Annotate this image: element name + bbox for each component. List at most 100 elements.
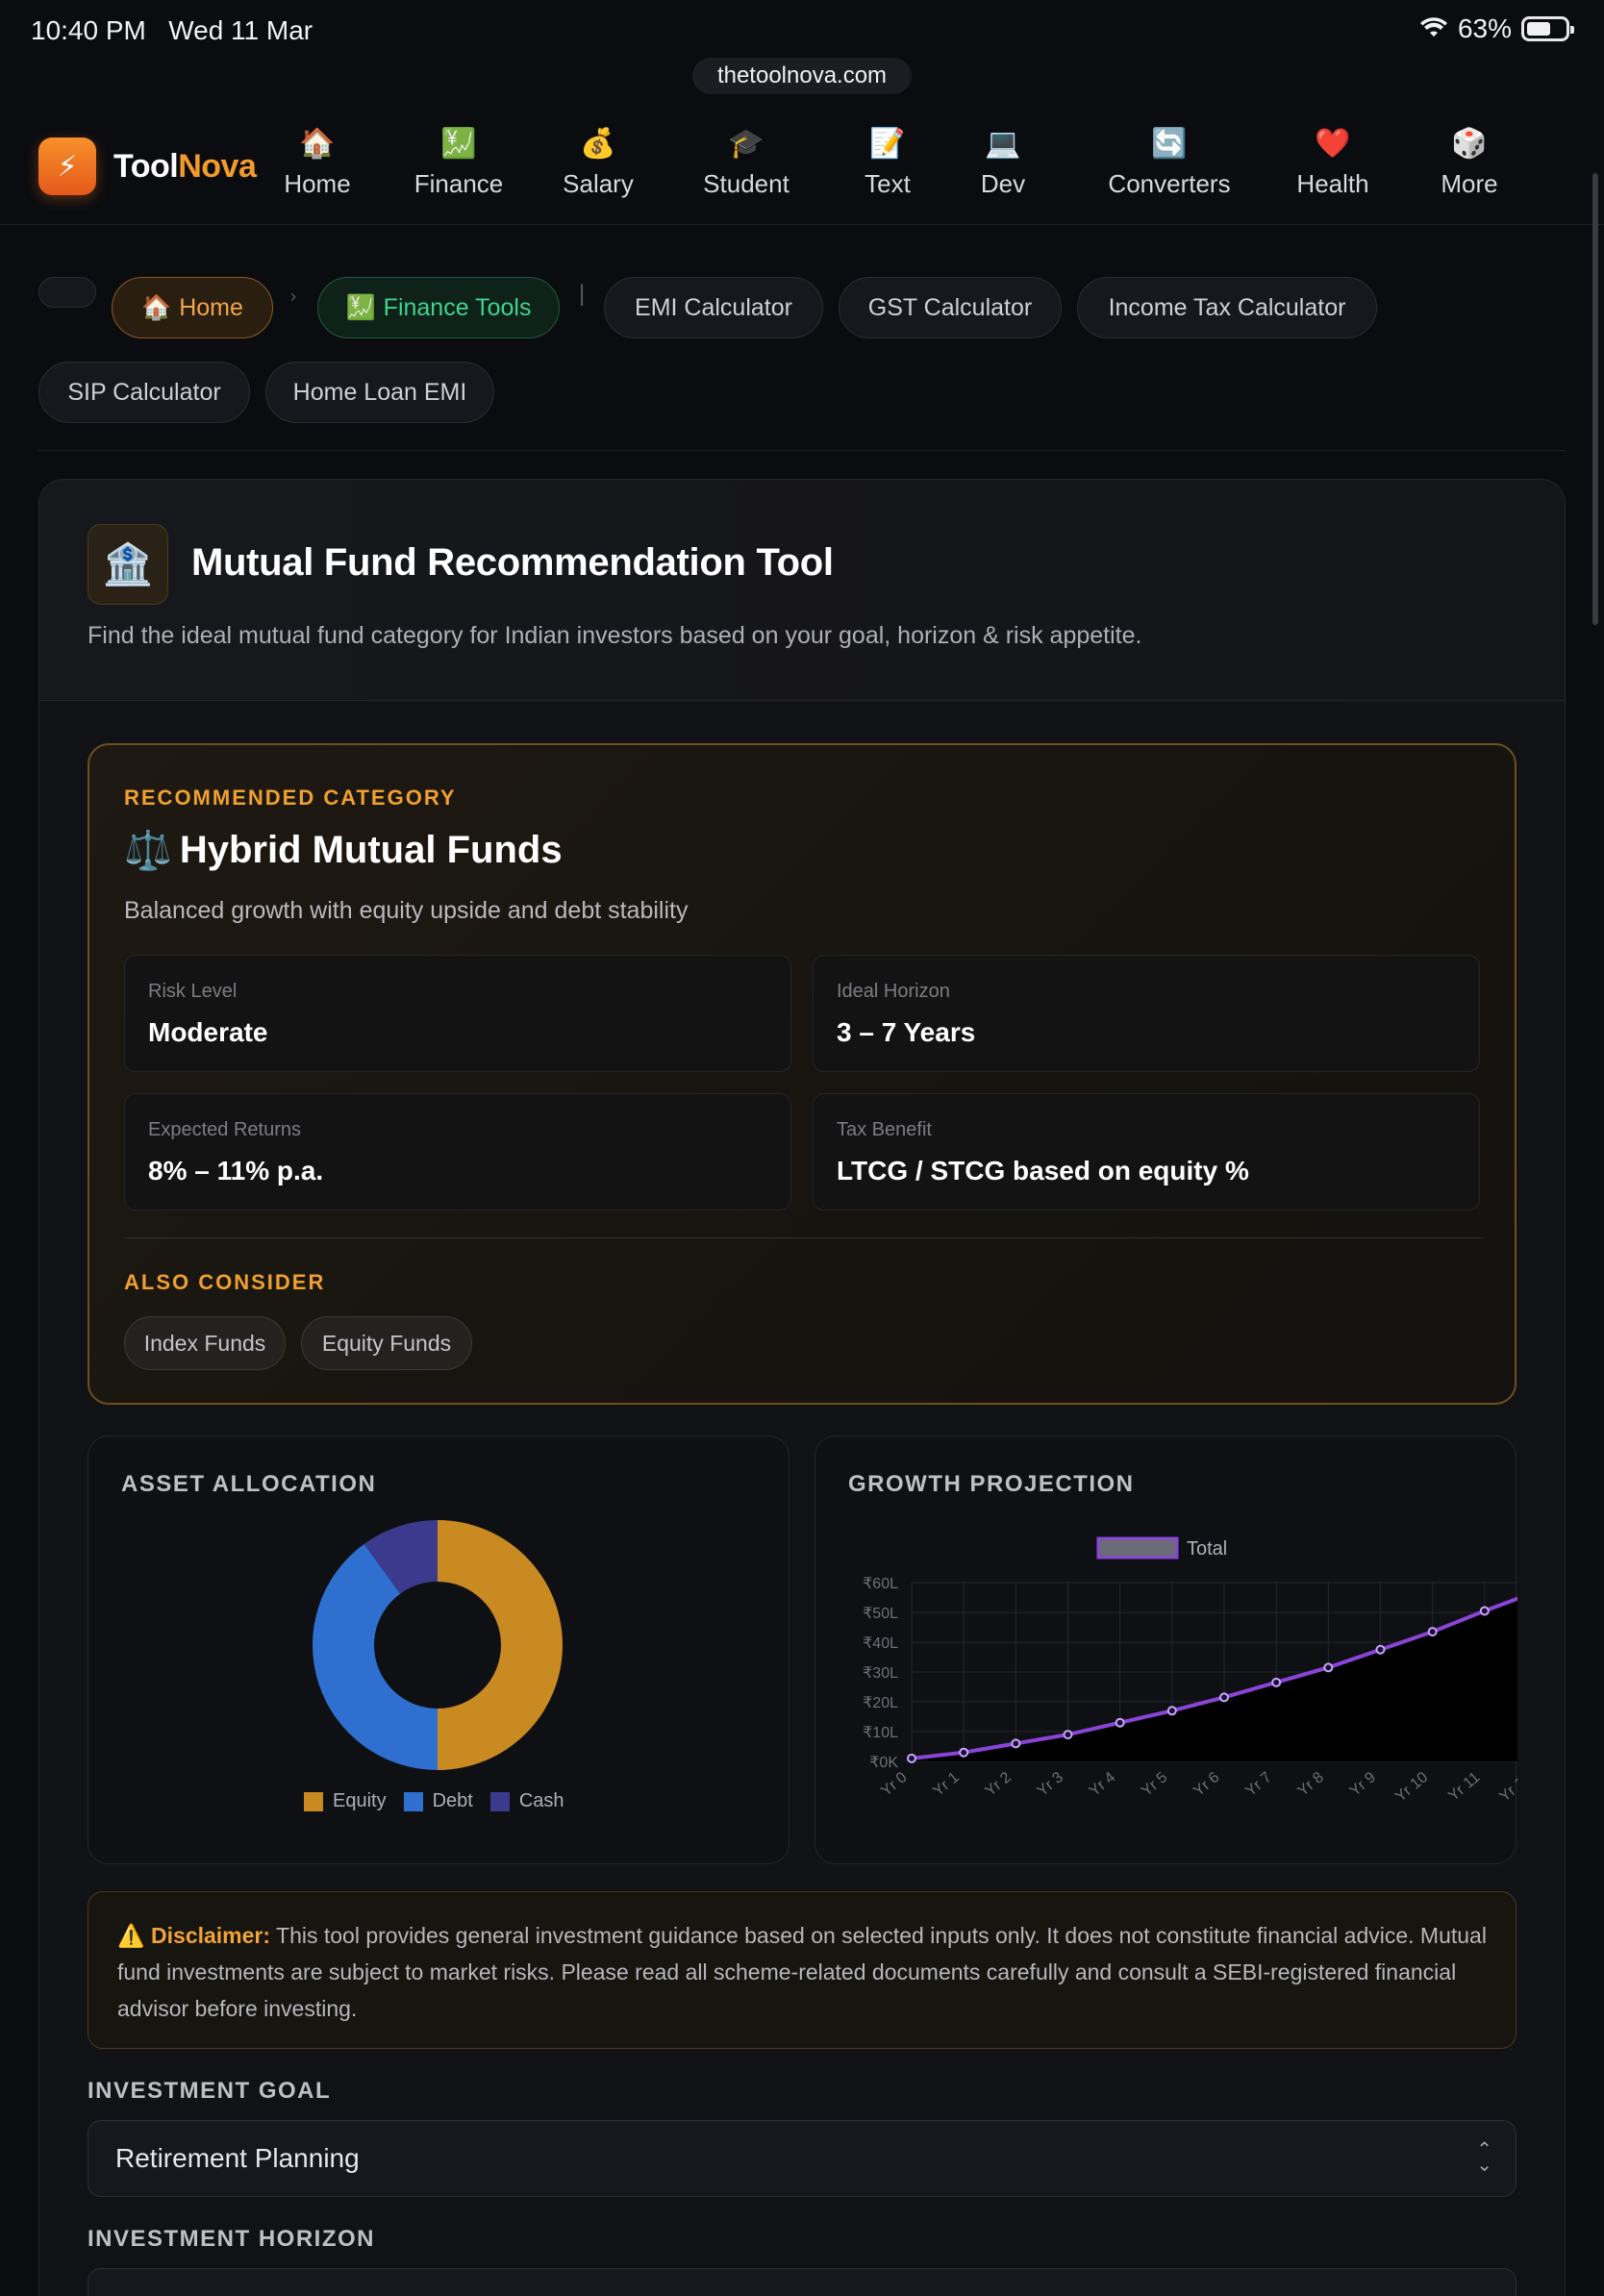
data-point[interactable] [1063, 1730, 1073, 1740]
chevron-updown-icon: ⌃ ⌄ [1476, 2139, 1492, 2176]
lightning-icon: ⚡ [38, 137, 96, 195]
refresh-icon: 🔄 [1151, 128, 1188, 160]
chip-gst-calculator[interactable]: GST Calculator [839, 277, 1062, 338]
y-tick-label: ₹30L [863, 1665, 898, 1682]
nav-item-health[interactable]: ❤️ Health [1285, 127, 1381, 199]
also-consider-label: ALSO CONSIDER [124, 1270, 326, 1294]
chart-icon: 💹 [345, 293, 376, 321]
legend-swatch-cash [489, 1791, 510, 1811]
data-point[interactable] [1115, 1717, 1125, 1728]
data-point[interactable] [1271, 1677, 1282, 1687]
nav-item-home[interactable]: 🏠 Home [269, 127, 365, 199]
breadcrumb-home[interactable]: 🏠 Home [112, 277, 273, 338]
money-bag-icon: 💰 [580, 128, 616, 160]
chip-emi-calculator[interactable]: EMI Calculator [604, 277, 823, 338]
nav-item-salary[interactable]: 💰 Salary [550, 127, 646, 199]
divider [38, 450, 1566, 451]
x-tick-label: Yr 1 [930, 1769, 962, 1800]
tag-index-funds[interactable]: Index Funds [124, 1316, 286, 1370]
data-point[interactable] [1375, 1644, 1386, 1655]
nav-item-dev[interactable]: 💻 Dev [960, 127, 1046, 199]
x-tick-label: Yr 4 [1087, 1769, 1118, 1800]
x-tick-label: Yr 2 [982, 1769, 1014, 1800]
nav-items: 🏠 Home 💹 Finance 💰 Salary 🎓 Student 📝 Text 💻 D… [269, 127, 1517, 199]
data-point[interactable] [1011, 1738, 1021, 1749]
page-scrollbar[interactable] [1592, 173, 1598, 625]
page-subtitle: Find the ideal mutual fund category for … [88, 622, 1142, 649]
y-tick-label: ₹0K [869, 1755, 898, 1771]
status-bar: 10:40 PM Wed 11 Mar 63% [0, 0, 1604, 60]
investment-horizon-select[interactable] [88, 2268, 1516, 2296]
investment-horizon-label: INVESTMENT HORIZON [88, 2226, 376, 2252]
nav-item-converters[interactable]: 🔄 Converters [1085, 127, 1254, 199]
data-point[interactable] [1166, 1706, 1177, 1716]
x-tick-label: Yr 9 [1347, 1769, 1379, 1800]
dice-icon: 🎲 [1451, 128, 1488, 160]
data-point[interactable] [907, 1753, 916, 1763]
investment-goal-select[interactable]: Retirement Planning ⌃ ⌄ [88, 2120, 1516, 2197]
legend-swatch-debt [403, 1791, 423, 1811]
x-tick-label: Yr 0 [878, 1769, 910, 1800]
legend-label-equity: Equity [333, 1790, 387, 1811]
x-tick-label: Yr 7 [1242, 1769, 1274, 1800]
nav-item-student[interactable]: 🎓 Student [692, 127, 800, 199]
laptop-icon: 💻 [985, 128, 1021, 160]
status-time: 10:40 PM Wed 11 Mar [31, 15, 313, 45]
home-icon: 🏠 [141, 293, 172, 321]
data-point[interactable] [959, 1747, 969, 1758]
battery-percent: 63% [1457, 13, 1512, 43]
y-tick-label: ₹20L [863, 1695, 898, 1711]
stat-risk-level: Risk Level Moderate [124, 955, 791, 1072]
y-tick-label: ₹10L [863, 1725, 898, 1741]
nav-item-more[interactable]: 🎲 More [1421, 127, 1517, 199]
recommendation-description: Balanced growth with equity upside and d… [124, 897, 689, 924]
tool-header: 🏦 Mutual Fund Recommendation Tool Find t… [39, 480, 1565, 701]
chip-income-tax-calculator[interactable]: Income Tax Calculator [1077, 277, 1377, 338]
x-tick-label: Yr 12 [1496, 1769, 1517, 1806]
recommendation-title: ⚖️ Hybrid Mutual Funds [124, 829, 563, 872]
chip-home-loan-emi[interactable]: Home Loan EMI [265, 362, 494, 423]
x-tick-label: Yr 8 [1294, 1769, 1326, 1800]
heart-icon: ❤️ [1315, 128, 1351, 160]
bank-icon: 🏦 [88, 524, 168, 605]
y-tick-label: ₹40L [863, 1635, 898, 1652]
url-bar[interactable]: thetoolnova.com [692, 58, 912, 94]
x-tick-label: Yr 11 [1445, 1769, 1483, 1805]
growth-projection-panel: GROWTH PROJECTION Total ₹60L ₹50L ₹40L ₹30L ₹… [815, 1435, 1517, 1864]
chart-icon: 💹 [440, 128, 477, 160]
recommendation-label: RECOMMENDED CATEGORY [124, 786, 457, 810]
y-tick-label: ₹50L [863, 1606, 898, 1622]
stat-tax-benefit: Tax Benefit LTCG / STCG based on equity % [813, 1093, 1480, 1210]
data-point[interactable] [1479, 1606, 1490, 1616]
data-point[interactable] [1427, 1627, 1438, 1637]
nav-item-text[interactable]: 📝 Text [844, 127, 931, 199]
page-title: Mutual Fund Recommendation Tool [191, 541, 834, 584]
stat-ideal-horizon: Ideal Horizon 3 – 7 Years [813, 955, 1480, 1072]
tool-card: 🏦 Mutual Fund Recommendation Tool Find t… [38, 479, 1566, 2296]
empty-chip[interactable] [38, 277, 96, 308]
home-icon: 🏠 [299, 128, 336, 160]
tag-equity-funds[interactable]: Equity Funds [301, 1316, 472, 1370]
stat-expected-returns: Expected Returns 8% – 11% p.a. [124, 1093, 791, 1210]
breadcrumb-separator: › [290, 287, 296, 306]
breadcrumb-finance-tools[interactable]: 💹 Finance Tools [317, 277, 560, 338]
chip-sip-calculator[interactable]: SIP Calculator [38, 362, 250, 423]
data-point[interactable] [1323, 1662, 1334, 1673]
status-right: 63% [1419, 13, 1574, 44]
investment-goal-label: INVESTMENT GOAL [88, 2078, 332, 2104]
donut-legend: Equity Debt Cash [304, 1790, 564, 1812]
legend-swatch-equity [304, 1791, 323, 1811]
graduation-cap-icon: 🎓 [728, 128, 764, 160]
area-fill-total [912, 1598, 1517, 1761]
nav-item-finance[interactable]: 💹 Finance [402, 127, 515, 199]
wifi-icon [1419, 17, 1447, 37]
investment-goal-value: Retirement Planning [115, 2143, 360, 2173]
data-point[interactable] [1219, 1692, 1229, 1703]
x-tick-label: Yr 6 [1190, 1769, 1222, 1800]
asset-allocation-panel: ASSET ALLOCATION Equity Debt Cash [88, 1435, 789, 1864]
logo[interactable]: ⚡ ToolNova [38, 137, 257, 195]
battery-icon [1521, 16, 1574, 41]
legend-swatch-total [1096, 1536, 1179, 1560]
growth-chart: Total ₹60L ₹50L ₹40L ₹30L ₹20L ₹10L ₹0KYr 0 Yr 1… [863, 1536, 1517, 1806]
memo-icon: 📝 [869, 128, 906, 160]
